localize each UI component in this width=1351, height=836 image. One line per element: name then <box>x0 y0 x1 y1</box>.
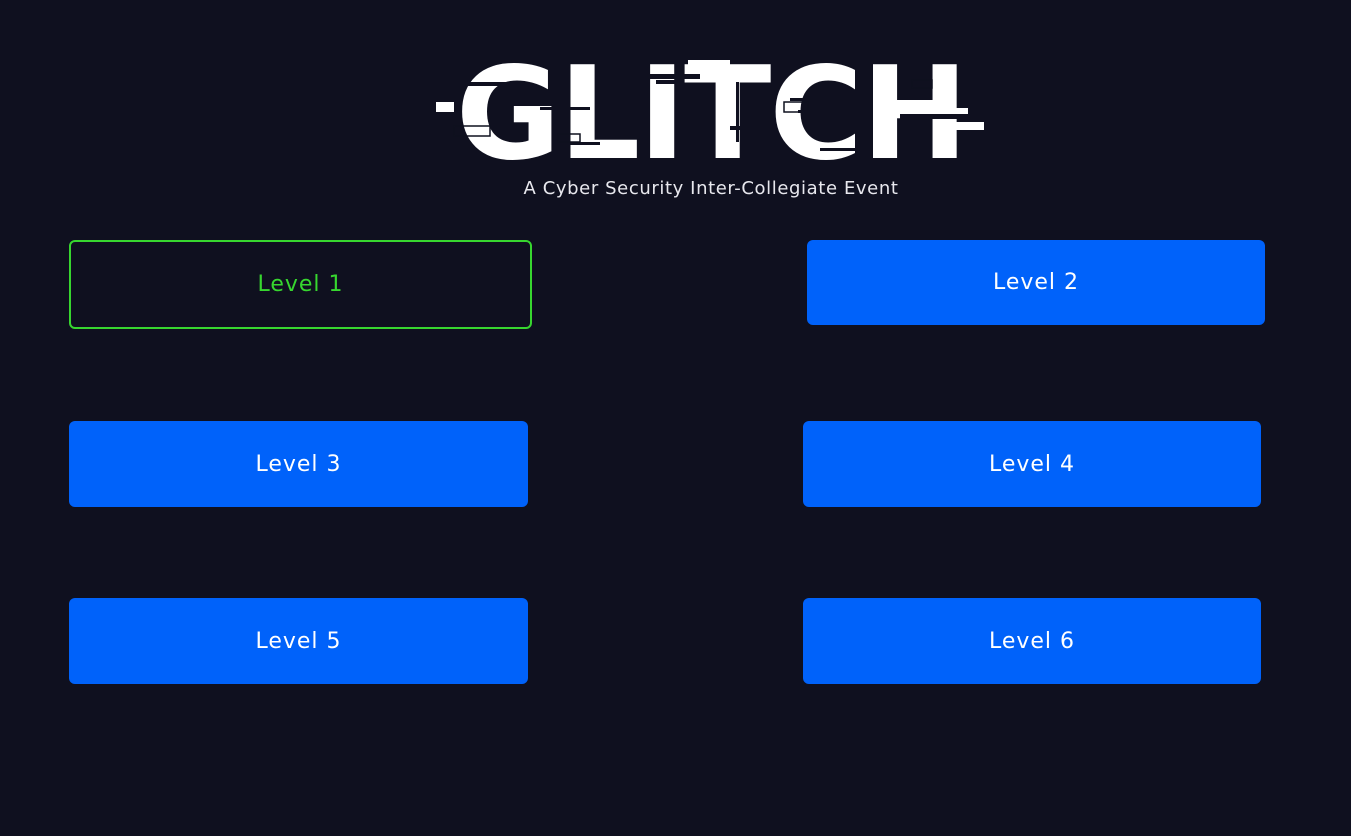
level-2-button[interactable]: Level 2 <box>807 240 1265 325</box>
level-3-button[interactable]: Level 3 <box>69 421 528 507</box>
level-6-label: Level 6 <box>988 628 1076 654</box>
subtitle: A Cyber Security Inter-Collegiate Event <box>523 178 899 199</box>
glitch-logo: GLITCH <box>430 40 992 189</box>
level-5-button[interactable]: Level 5 <box>69 598 528 684</box>
level-4-button[interactable]: Level 4 <box>803 421 1261 507</box>
level-4-label: Level 4 <box>988 451 1076 477</box>
level-6-button[interactable]: Level 6 <box>803 598 1261 684</box>
level-3-label: Level 3 <box>255 451 342 477</box>
level-5-label: Level 5 <box>255 628 342 654</box>
level-1-label: Level 1 <box>257 272 344 297</box>
level-1-button[interactable]: Level 1 <box>69 240 532 329</box>
level-2-label: Level 2 <box>992 270 1080 295</box>
